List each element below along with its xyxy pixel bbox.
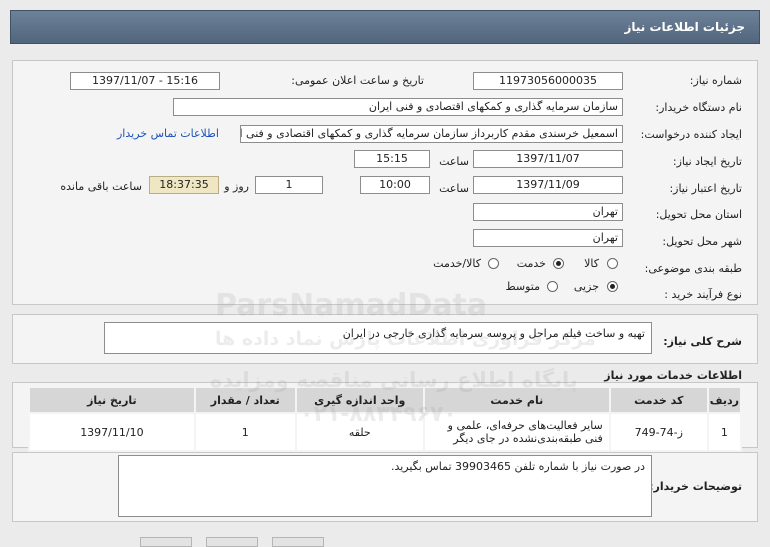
city-label: شهر محل تحویل:	[662, 235, 742, 248]
buyer-org-field: سازمان سرمایه گذاری و کمکهای اقتصادی و ف…	[173, 98, 623, 116]
cell-unit: حلقه	[294, 412, 425, 452]
cell-quantity: 1	[193, 412, 297, 452]
creation-date-label: تاریخ ایجاد نیاز:	[672, 155, 742, 168]
process-medium-radio[interactable]	[547, 281, 558, 292]
cell-service-code: ز-74-749	[608, 412, 709, 452]
col-row-number: ردیف	[706, 386, 743, 414]
requester-field: اسمعیل خرسندی مقدم کاربرداز سازمان سرمای…	[240, 125, 623, 143]
category-service-label: خدمت	[516, 257, 546, 270]
category-goods-service-label: کالا/خدمت	[433, 257, 481, 270]
summary-label: شرح کلی نیاز:	[663, 335, 742, 348]
province-field: تهران	[473, 203, 623, 221]
province-label: استان محل تحویل:	[655, 208, 742, 221]
validity-date-label: تاریخ اعتبار نیاز:	[669, 182, 742, 195]
buyer-notes-text: در صورت نیاز با شماره تلفن 39903465 تماس…	[118, 455, 652, 517]
need-number-field: 11973056000035	[473, 72, 623, 90]
requester-label: ایجاد کننده درخواست:	[640, 128, 742, 141]
services-header-row: ردیف کد خدمت نام خدمت واحد اندازه گیری ت…	[28, 386, 743, 414]
category-goods-label: کالا	[584, 257, 599, 270]
footer-button-3[interactable]	[272, 537, 324, 547]
buyer-contact-link[interactable]: اطلاعات تماس خریدار	[117, 127, 219, 140]
page-header: جزئیات اطلاعات نیاز	[10, 10, 760, 44]
remaining-time-label: ساعت باقی مانده	[60, 180, 142, 193]
col-need-date: تاریخ نیاز	[28, 386, 196, 414]
validity-date-field: 1397/11/09	[473, 176, 623, 194]
category-goods-service-radio[interactable]	[488, 258, 499, 269]
page-title: جزئیات اطلاعات نیاز	[624, 20, 745, 34]
creation-time-field: 15:15	[354, 150, 430, 168]
validity-time-field: 10:00	[360, 176, 430, 194]
validity-time-label: ساعت	[439, 182, 469, 195]
buyer-notes-label: توضیحات خریدار:	[649, 480, 742, 493]
process-partial-label: جزیی	[573, 280, 599, 293]
creation-date-field: 1397/11/07	[473, 150, 623, 168]
announce-datetime-label: تاریخ و ساعت اعلان عمومی:	[291, 74, 424, 87]
creation-time-label: ساعت	[439, 155, 469, 168]
services-title: اطلاعات خدمات مورد نیاز	[604, 369, 742, 382]
days-label: روز و	[224, 180, 249, 193]
services-table: ردیف کد خدمت نام خدمت واحد اندازه گیری ت…	[28, 386, 743, 452]
process-medium-label: متوسط	[505, 280, 540, 293]
footer-button-2[interactable]	[206, 537, 258, 547]
announce-datetime-field: 1397/11/07 - 15:16	[70, 72, 220, 90]
process-partial-radio[interactable]	[607, 281, 618, 292]
footer-button-1[interactable]	[140, 537, 192, 547]
category-goods-radio[interactable]	[607, 258, 618, 269]
col-service-name: نام خدمت	[422, 386, 611, 414]
table-row: 1 ز-74-749 سایر فعالیت‌های حرفه‌ای، علمی…	[28, 412, 743, 452]
process-label: نوع فرآیند خرید :	[664, 288, 742, 301]
need-number-label: شماره نیاز:	[689, 74, 742, 87]
summary-text: تهیه و ساخت فیلم مراحل و پروسه سرمایه گذ…	[104, 322, 652, 354]
cell-need-date: 1397/11/10	[28, 412, 196, 452]
col-quantity: تعداد / مقدار	[193, 386, 297, 414]
cell-row-number: 1	[706, 412, 743, 452]
category-label: طبقه بندی موضوعی:	[644, 262, 742, 275]
buyer-org-label: نام دستگاه خریدار:	[655, 101, 742, 114]
city-field: تهران	[473, 229, 623, 247]
cell-service-name: سایر فعالیت‌های حرفه‌ای، علمی و فنی طبقه…	[422, 412, 611, 452]
col-service-code: کد خدمت	[608, 386, 709, 414]
remaining-time-field: 18:37:35	[149, 176, 219, 194]
col-unit: واحد اندازه گیری	[294, 386, 425, 414]
remaining-days-field: 1	[255, 176, 323, 194]
category-service-radio[interactable]	[553, 258, 564, 269]
